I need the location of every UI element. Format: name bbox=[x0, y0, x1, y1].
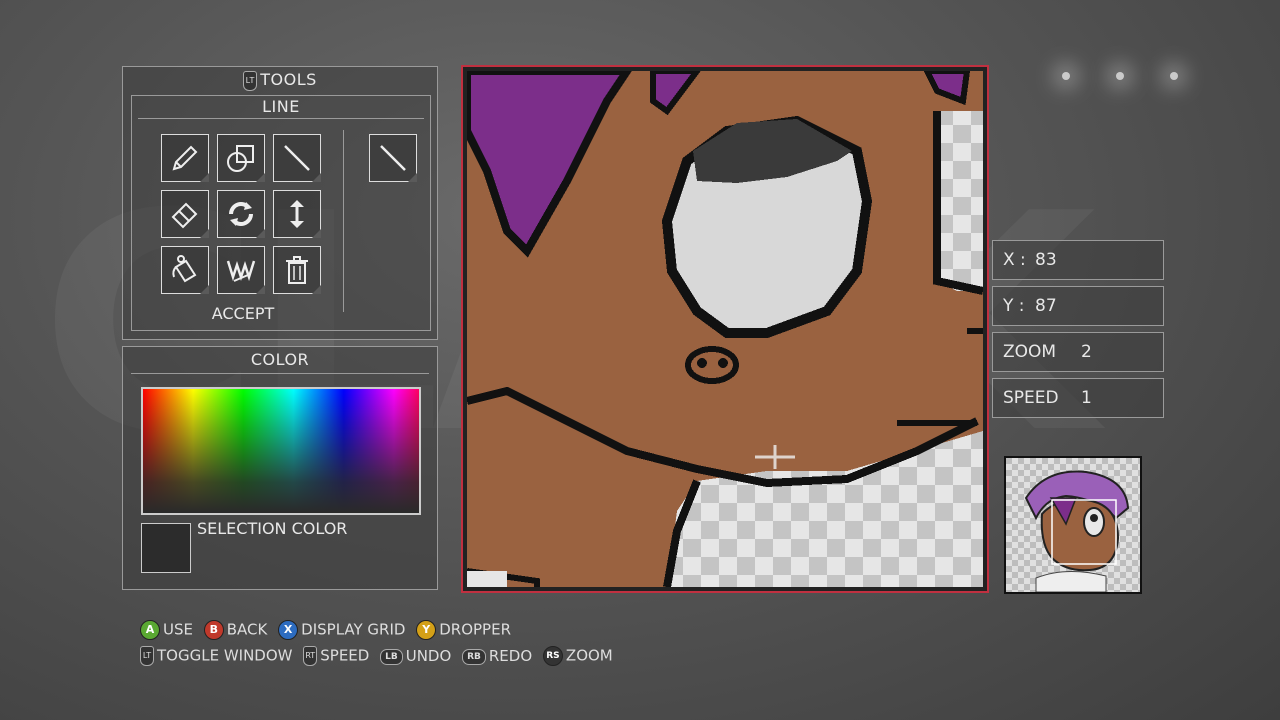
wwe-logo-icon bbox=[226, 260, 256, 282]
shapes-icon bbox=[227, 145, 254, 172]
tools-panel-title: LT TOOLS bbox=[123, 67, 437, 93]
zoom-readout: ZOOM 2 bbox=[992, 332, 1164, 372]
y-button-icon: Y bbox=[416, 620, 437, 640]
rotate-tool-button[interactable] bbox=[217, 190, 265, 238]
fill-tool-button[interactable] bbox=[161, 246, 209, 294]
pencil-tool-button[interactable] bbox=[161, 134, 209, 182]
rotate-icon bbox=[229, 202, 253, 226]
accept-button[interactable]: ACCEPT bbox=[132, 304, 354, 323]
dropper-hint: Y DROPPER bbox=[416, 620, 511, 640]
logo-tool-button[interactable] bbox=[217, 246, 265, 294]
toggle-window-hint: LT TOGGLE WINDOW bbox=[140, 646, 292, 666]
selected-tool-indicator bbox=[369, 134, 417, 182]
x-button-icon: X bbox=[278, 620, 299, 640]
drawing-canvas[interactable] bbox=[467, 71, 983, 587]
y-coordinate-readout: Y :87 bbox=[992, 286, 1164, 326]
color-panel: COLOR SELECTION COLOR bbox=[122, 346, 438, 590]
shapes-tool-button[interactable] bbox=[217, 134, 265, 182]
tools-inner: LINE ACCEPT bbox=[131, 95, 431, 331]
delete-tool-button[interactable] bbox=[273, 246, 321, 294]
controls-legend-row-2: LT TOGGLE WINDOW RT SPEED LB UNDO RB REDO RS… bbox=[140, 646, 619, 666]
line-icon bbox=[380, 145, 406, 171]
arena-lights bbox=[1040, 60, 1220, 100]
speed-readout: SPEED 1 bbox=[992, 378, 1164, 418]
rs-stick-icon: RS bbox=[542, 646, 563, 666]
paint-bucket-icon bbox=[172, 255, 197, 283]
a-button-icon: A bbox=[140, 620, 160, 640]
b-button-icon: B bbox=[203, 620, 224, 640]
eraser-icon bbox=[171, 202, 198, 229]
trash-icon bbox=[286, 256, 308, 284]
flip-vertical-icon bbox=[290, 200, 304, 228]
lt-trigger-icon: LT bbox=[140, 646, 154, 666]
tools-panel: LT TOOLS LINE ACCEPT bbox=[122, 66, 438, 340]
color-spectrum-picker[interactable] bbox=[141, 387, 421, 515]
rb-bumper-icon: RB bbox=[462, 648, 486, 665]
flip-tool-button[interactable] bbox=[273, 190, 321, 238]
zoom-hint: RS ZOOM bbox=[542, 646, 613, 666]
use-hint: A USE bbox=[140, 620, 193, 640]
x-coordinate-readout: X :83 bbox=[992, 240, 1164, 280]
redo-hint: RB REDO bbox=[462, 647, 532, 665]
rt-trigger-icon: RT bbox=[303, 646, 318, 666]
line-tool-button[interactable] bbox=[273, 134, 321, 182]
line-icon bbox=[284, 145, 310, 171]
controls-legend-row-1: A USE B BACK X DISPLAY GRID Y DROPPER bbox=[140, 620, 517, 640]
display-grid-hint: X DISPLAY GRID bbox=[278, 620, 405, 640]
artwork-preview-thumbnail bbox=[1004, 456, 1142, 594]
drawing-canvas-frame bbox=[461, 65, 989, 593]
speed-hint: RT SPEED bbox=[303, 646, 369, 666]
current-tool-label: LINE bbox=[138, 96, 424, 119]
lb-bumper-icon: LB bbox=[380, 648, 403, 665]
selection-color-label: SELECTION COLOR bbox=[197, 519, 348, 538]
selection-color-swatch bbox=[141, 523, 191, 573]
tools-divider bbox=[343, 130, 344, 312]
eraser-tool-button[interactable] bbox=[161, 190, 209, 238]
undo-hint: LB UNDO bbox=[380, 647, 451, 665]
lt-trigger-icon: LT bbox=[243, 70, 258, 91]
color-panel-title: COLOR bbox=[131, 347, 429, 374]
preview-image bbox=[1006, 458, 1140, 592]
back-hint: B BACK bbox=[203, 620, 267, 640]
pencil-icon bbox=[172, 145, 198, 171]
